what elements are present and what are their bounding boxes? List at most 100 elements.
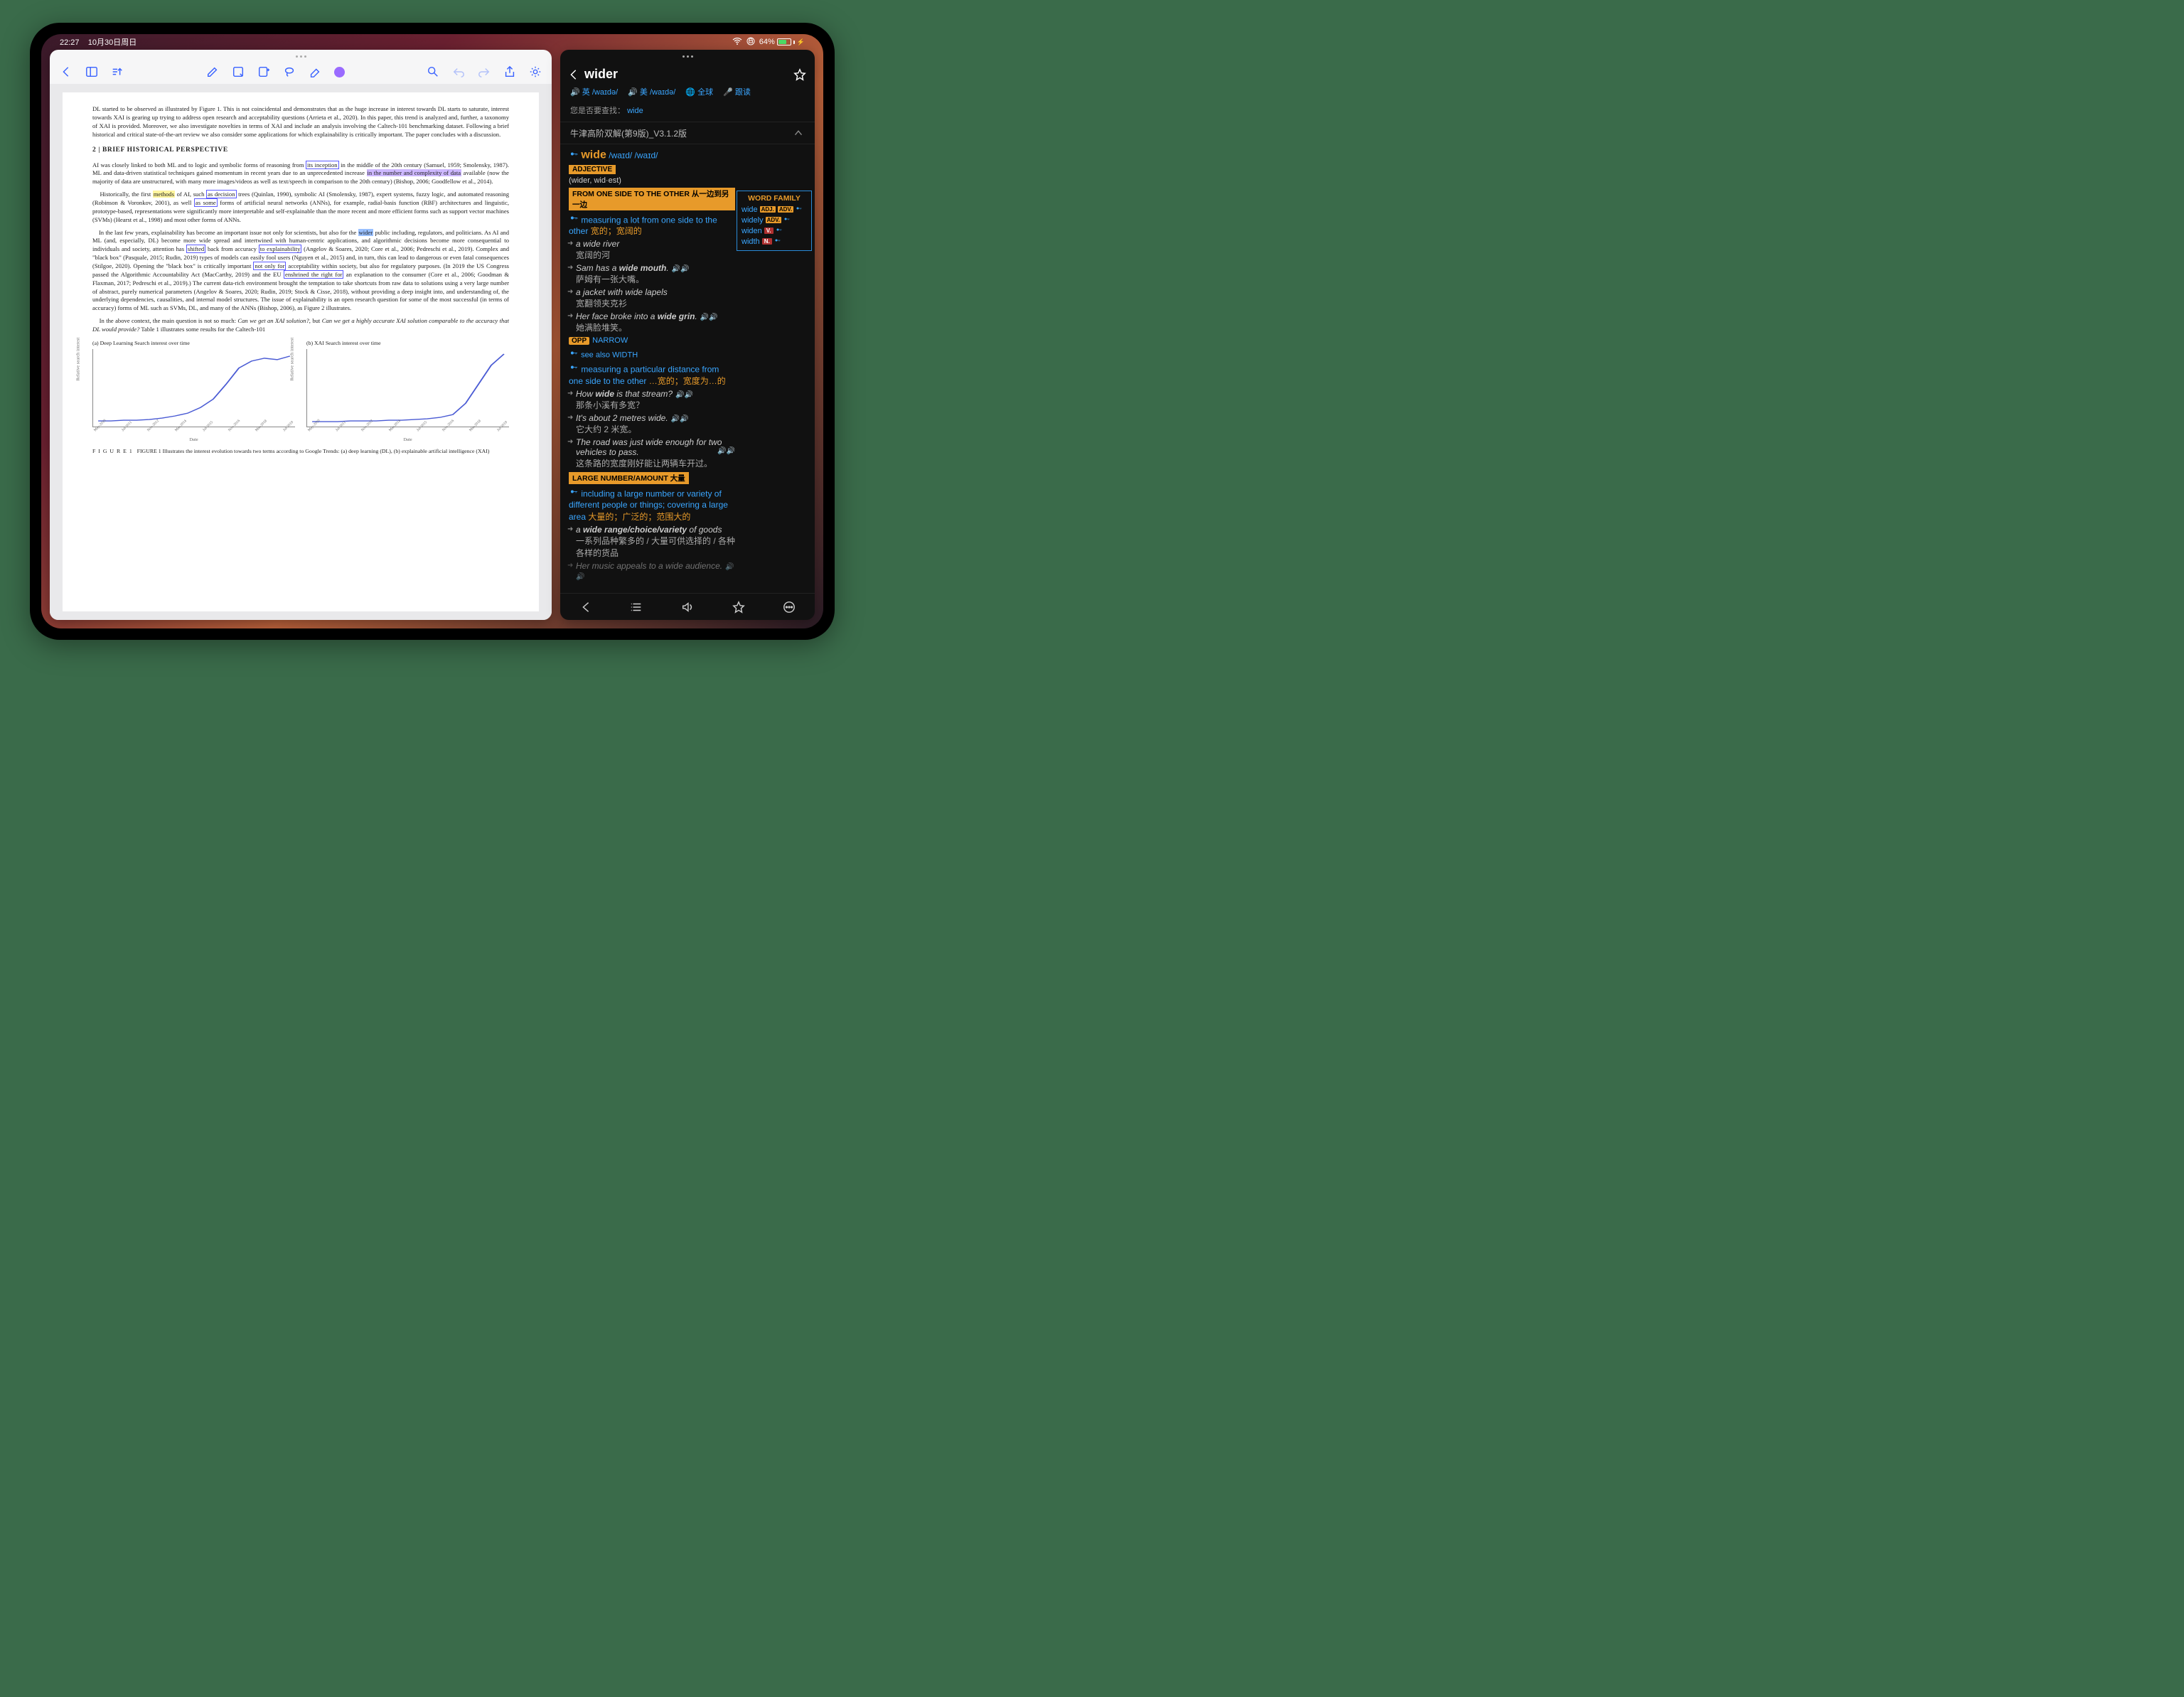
did-you-mean: 您是否要查找： wide <box>560 103 815 122</box>
dict-pronunciation-row: 🔊 英 /waɪdə/ 🔊 美 /waɪdə/ 🌐 全球 🎤 跟读 <box>560 85 815 103</box>
figure-caption: F I G U R E 1 FIGURE 1 Illustrates the i… <box>92 448 509 456</box>
key-icon <box>569 363 579 373</box>
wifi-icon <box>732 38 742 47</box>
redo-icon[interactable] <box>478 65 491 78</box>
status-date: 10月30日周日 <box>88 38 136 47</box>
definition: including a large number or variety of d… <box>569 487 735 523</box>
sense-label: FROM ONE SIDE TO THE OTHER 从一边到另一边 <box>569 188 735 210</box>
sidebar-icon[interactable] <box>85 65 98 78</box>
pdf-page-viewport[interactable]: DL started to be observed as illustrated… <box>50 84 552 620</box>
para: DL started to be observed as illustrated… <box>92 105 509 139</box>
lasso-icon[interactable] <box>283 65 296 78</box>
note-icon[interactable] <box>232 65 245 78</box>
speaker-us[interactable]: 🔊 美 /waɪdə/ <box>628 86 675 97</box>
hl-as-some: as some <box>194 198 218 207</box>
dict-headword: wider <box>584 67 618 82</box>
eraser-icon[interactable] <box>309 65 321 78</box>
app-handle-right[interactable] <box>560 50 815 63</box>
definition: measuring a lot from one side to the oth… <box>569 213 735 237</box>
hl-as-decision: as decision <box>206 190 236 198</box>
see-also: see also WIDTH <box>569 348 735 360</box>
share-icon[interactable] <box>503 65 516 78</box>
dict-source-row[interactable]: 牛津高阶双解(第9版)_V3.1.2版 <box>560 122 815 144</box>
follow-read[interactable]: 🎤 跟读 <box>723 86 751 97</box>
screen: 22:27 10月30日周日 64% ⚡ <box>41 34 823 628</box>
word-family-item[interactable]: wideADJ.ADV. <box>742 205 807 214</box>
example: It's about 2 metres wide.🔊🔊它大约 2 米宽。 <box>569 413 735 435</box>
chart-b: (b) XAI Search interest over time Relati… <box>306 340 509 444</box>
pdf-page: DL started to be observed as illustrated… <box>63 92 539 611</box>
dict-source-name: 牛津高阶双解(第9版)_V3.1.2版 <box>570 127 687 139</box>
word-family-item[interactable]: widenV. <box>742 226 807 235</box>
hl-shifted: shifted <box>186 245 205 253</box>
hl-methods: methods <box>153 191 175 198</box>
dict-header: wider <box>560 63 815 85</box>
chevron-up-icon <box>792 127 805 139</box>
opposite-link[interactable]: NARROW <box>592 336 628 345</box>
example: The road was just wide enough for two ve… <box>569 437 735 469</box>
dictionary-app: wider 🔊 英 /waɪdə/ 🔊 美 /waɪdə/ 🌐 全球 🎤 跟读 … <box>560 50 815 620</box>
example: Sam has a wide mouth.🔊🔊萨姆有一张大嘴。 <box>569 263 735 285</box>
ipad-frame: 22:27 10月30日周日 64% ⚡ <box>30 23 835 640</box>
star-icon[interactable] <box>793 68 806 81</box>
heading-2: 2 | BRIEF HISTORICAL PERSPECTIVE <box>92 146 509 155</box>
back-icon[interactable] <box>567 68 580 81</box>
example: a jacket with wide lapels宽翻领夹克衫 <box>569 287 735 309</box>
app-handle-left[interactable] <box>50 50 552 63</box>
figure-1: (a) Deep Learning Search interest over t… <box>92 340 509 444</box>
word-family-box: WORD FAMILY wideADJ.ADV.widelyADV.widenV… <box>737 191 812 251</box>
word-family-item[interactable]: widthN. <box>742 237 807 246</box>
word-forms: (wider, wid·est) <box>569 176 735 185</box>
example: a wide river宽阔的河 <box>569 239 735 261</box>
search-icon[interactable] <box>427 65 439 78</box>
para: In the above context, the main question … <box>92 317 509 334</box>
hl-number-complexity: in the number and complexity of data <box>367 169 462 176</box>
pen-icon[interactable] <box>206 65 219 78</box>
selection-wider[interactable]: wider <box>358 229 374 236</box>
example: Her face broke into a wide grin.🔊🔊她满脸堆笑。 <box>569 311 735 333</box>
word-family-item[interactable]: widelyADV. <box>742 215 807 225</box>
add-page-icon[interactable] <box>257 65 270 78</box>
speaker-uk[interactable]: 🔊 英 /waɪdə/ <box>570 86 618 97</box>
para: In the last few years, explainability ha… <box>92 229 509 314</box>
statusbar: 22:27 10月30日周日 64% ⚡ <box>41 34 823 50</box>
rotation-lock-icon <box>746 37 755 48</box>
back-icon[interactable] <box>60 65 73 78</box>
status-right: 64% ⚡ <box>732 37 805 48</box>
hl-to-explainability: to explainability <box>259 245 302 253</box>
example: How wide is that stream?🔊🔊那条小溪有多宽？ <box>569 389 735 411</box>
status-time: 22:27 <box>60 38 80 47</box>
nav-speaker-icon[interactable] <box>681 601 694 614</box>
key-icon <box>569 348 579 358</box>
pos-tag: ADJECTIVE <box>569 165 616 174</box>
key-icon <box>569 149 579 159</box>
status-left: 22:27 10月30日周日 <box>60 36 136 48</box>
key-icon <box>569 213 579 223</box>
suggest-link[interactable]: wide <box>627 107 643 115</box>
undo-icon[interactable] <box>452 65 465 78</box>
color-dot[interactable] <box>334 67 345 77</box>
definition: measuring a particular distance from one… <box>569 363 735 387</box>
globe-link[interactable]: 🌐 全球 <box>685 86 713 97</box>
para: AI was closely linked to both ML and to … <box>92 161 509 187</box>
gear-icon[interactable] <box>529 65 542 78</box>
hl-not-only-for: not only for <box>253 262 286 270</box>
dict-bottom-nav <box>560 593 815 620</box>
sense-label: LARGE NUMBER/AMOUNT 大量 <box>569 472 689 484</box>
hl-inception: its inception <box>306 161 339 169</box>
nav-back-icon[interactable] <box>579 601 592 614</box>
nav-list-icon[interactable] <box>630 601 643 614</box>
pdf-app: DL started to be observed as illustrated… <box>50 50 552 620</box>
battery-indicator: 64% ⚡ <box>759 38 805 46</box>
para: Historically, the first methods of AI, s… <box>92 191 509 224</box>
pdf-toolbar <box>50 63 552 84</box>
key-icon <box>569 487 579 497</box>
example: a wide range/choice/variety of goods一系列品… <box>569 525 735 559</box>
battery-pct: 64% <box>759 38 775 46</box>
text-settings-icon[interactable] <box>111 65 124 78</box>
nav-star-icon[interactable] <box>732 601 745 614</box>
see-also-link[interactable]: WIDTH <box>612 351 638 360</box>
chart-a: (a) Deep Learning Search interest over t… <box>92 340 295 444</box>
example: Her music appeals to a wide audience.🔊🔊 <box>569 561 735 581</box>
nav-more-icon[interactable] <box>783 601 796 614</box>
